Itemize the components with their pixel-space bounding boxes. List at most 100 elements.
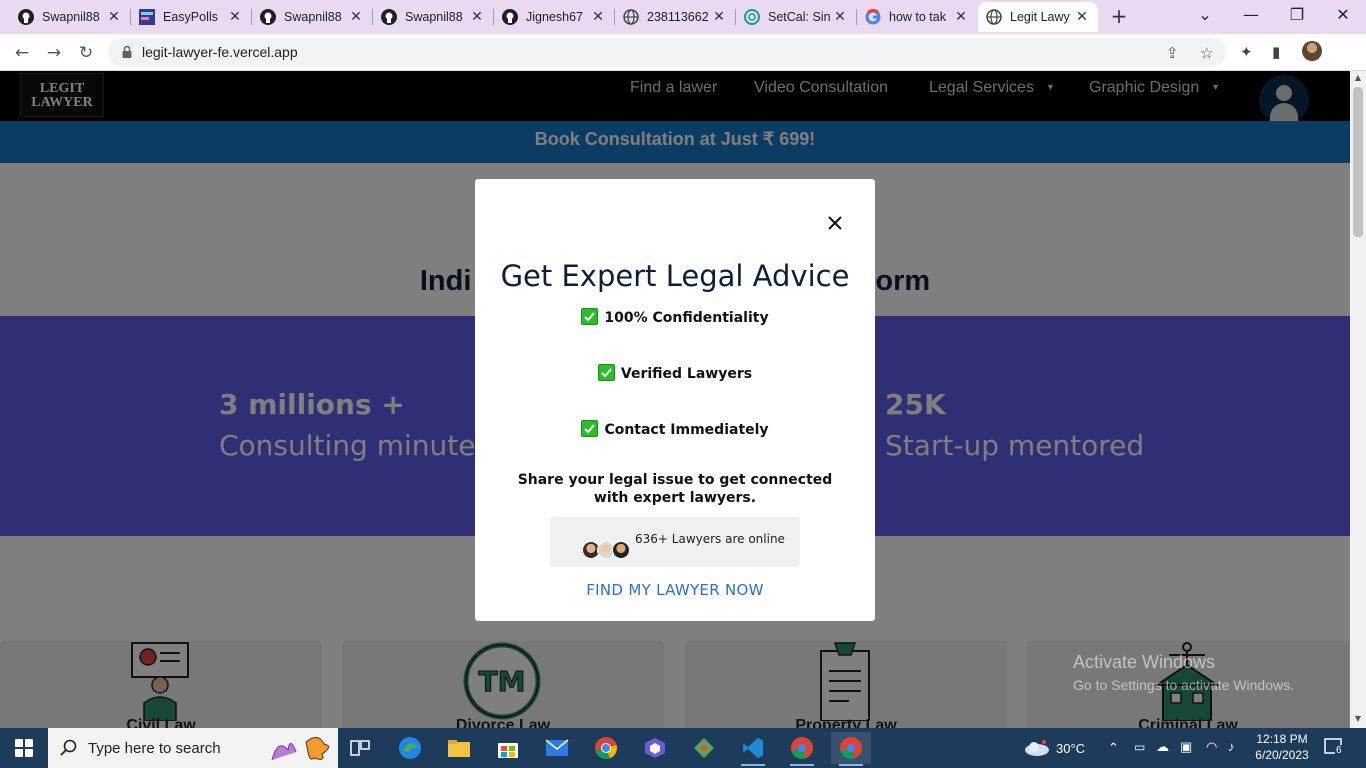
edge-icon — [399, 737, 421, 759]
windows-logo-icon — [15, 739, 33, 757]
git-tool-icon — [694, 738, 714, 758]
cloud-icon — [1025, 740, 1049, 756]
extensions-icon[interactable]: ✦ — [1240, 43, 1253, 61]
taskbar-chrome-active[interactable] — [831, 732, 871, 766]
store-icon — [498, 743, 518, 758]
back-button[interactable]: ← — [9, 40, 35, 66]
clock[interactable]: 12:18 PM 6/20/2023 — [1250, 731, 1314, 768]
reload-button[interactable]: ↻ — [73, 40, 99, 66]
taskbar-mail[interactable] — [537, 732, 577, 764]
mail-icon — [545, 739, 569, 756]
feature-confidentiality: 100% Confidentiality — [475, 308, 875, 326]
taskbar-chrome[interactable] — [586, 732, 626, 764]
close-tab-icon[interactable]: ✕ — [711, 9, 727, 25]
windows-taskbar: Type here to search 30°C ⌃ ▭ ☁ ▣ ◠ ♪ 12:… — [0, 728, 1366, 768]
taskbar-vscode[interactable] — [733, 732, 773, 766]
address-input[interactable]: legit-lawyer-fe.vercel.app ⇪ ☆ — [108, 38, 1226, 67]
tab-search-button[interactable]: ⌄ — [1182, 0, 1228, 30]
browser-tab-active[interactable]: Legit Lawy ✕ — [978, 2, 1098, 32]
close-window-button[interactable]: ✕ — [1320, 0, 1366, 30]
check-icon — [597, 364, 615, 381]
weather-widget[interactable]: 30°C — [1022, 728, 1085, 768]
close-tab-icon[interactable]: ✕ — [953, 9, 969, 25]
notifications-button[interactable]: 6 — [1324, 737, 1346, 759]
meet-now-icon[interactable]: ▭ — [1134, 740, 1145, 768]
arrow-left-icon: ← — [14, 43, 30, 63]
browser-tab[interactable]: Jignesh67 ✕ — [494, 2, 614, 32]
close-tab-icon[interactable]: ✕ — [832, 9, 848, 25]
feature-contact-immediately: Contact Immediately — [475, 420, 875, 438]
close-icon[interactable] — [825, 213, 845, 233]
lock-icon — [122, 45, 132, 58]
scroll-down-icon[interactable]: ▼ — [1350, 714, 1366, 723]
battery-icon[interactable]: ▣ — [1180, 739, 1192, 768]
github-icon — [260, 9, 276, 25]
browser-tab[interactable]: SetCal: Sin ✕ — [736, 2, 856, 32]
close-tab-icon[interactable]: ✕ — [1074, 9, 1090, 25]
new-tab-button[interactable]: + — [1108, 5, 1130, 27]
github-icon — [381, 9, 397, 25]
taskbar-app-git[interactable] — [684, 732, 724, 764]
chrome-icon — [595, 737, 617, 760]
check-icon — [581, 308, 599, 325]
taskbar-chrome-profile[interactable] — [782, 732, 822, 766]
google-icon — [865, 9, 881, 25]
activate-windows-watermark: Activate Windows Go to Settings to activ… — [1073, 652, 1294, 693]
purple-hex-icon — [645, 738, 665, 758]
close-tab-icon[interactable]: ✕ — [469, 9, 485, 25]
search-icon — [60, 739, 77, 756]
browser-tab[interactable]: Swapnil88 ✕ — [10, 2, 130, 32]
chevron-up-icon[interactable]: ⌃ — [1108, 740, 1119, 768]
taskbar-file-explorer[interactable] — [439, 732, 479, 764]
share-issue-text: Share your legal issue to get connected … — [517, 472, 833, 506]
close-tab-icon[interactable]: ✕ — [590, 9, 606, 25]
page-scrollbar[interactable]: ▲ ▼ — [1350, 71, 1366, 728]
folder-icon — [448, 740, 470, 757]
wifi-icon[interactable]: ◠ — [1206, 739, 1217, 768]
easypolls-icon — [139, 9, 155, 25]
side-panel-icon[interactable]: ▮ — [1272, 43, 1280, 61]
close-tab-icon[interactable]: ✕ — [106, 9, 122, 25]
vscode-icon — [743, 738, 763, 758]
taskbar-search-input[interactable]: Type here to search — [48, 728, 338, 768]
browser-tab[interactable]: how to tak ✕ — [857, 2, 977, 32]
minimize-button[interactable]: — — [1228, 0, 1274, 30]
volume-icon[interactable]: ♪ — [1228, 739, 1235, 768]
share-icon[interactable]: ⇪ — [1166, 44, 1179, 62]
address-bar-row: ← → ↻ legit-lawyer-fe.vercel.app ⇪ ☆ ✦ ▮ — [0, 34, 1366, 71]
browser-tab[interactable]: EasyPolls ✕ — [131, 2, 251, 32]
onedrive-icon[interactable]: ☁ — [1156, 739, 1169, 768]
close-tab-icon[interactable]: ✕ — [227, 9, 243, 25]
maximize-button[interactable]: ❐ — [1274, 0, 1320, 30]
profile-avatar[interactable] — [1302, 41, 1322, 61]
reload-icon: ↻ — [78, 43, 94, 63]
scroll-up-icon[interactable]: ▲ — [1350, 73, 1366, 82]
taskbar-store[interactable] — [488, 732, 528, 764]
chevron-down-icon: ⌄ — [1198, 5, 1212, 24]
browser-tab[interactable]: 238113662 ✕ — [615, 2, 735, 32]
butterfly-decoration-icon — [271, 737, 329, 761]
close-icon: ✕ — [1336, 5, 1350, 24]
web-page: LEGIT LAWYER Find a lawer Video Consulta… — [0, 71, 1350, 728]
scrollbar-thumb[interactable] — [1353, 87, 1363, 237]
task-view-icon — [350, 740, 370, 756]
task-view-button[interactable] — [340, 732, 380, 764]
avatar — [612, 541, 630, 559]
forward-button[interactable]: → — [41, 40, 67, 66]
github-icon — [502, 9, 518, 25]
restore-icon: ❐ — [1289, 5, 1305, 24]
arrow-right-icon: → — [46, 43, 62, 63]
find-my-lawyer-button[interactable]: FIND MY LAWYER NOW — [475, 581, 875, 599]
taskbar-app-purple[interactable] — [635, 732, 675, 764]
chatgpt-icon — [744, 9, 760, 25]
browser-tab[interactable]: Swapnil88 ✕ — [252, 2, 372, 32]
chrome-icon — [840, 737, 862, 760]
browser-tab[interactable]: Swapnil88 ✕ — [373, 2, 493, 32]
globe-icon — [986, 9, 1002, 25]
taskbar-edge[interactable] — [390, 732, 430, 764]
bookmark-star-icon[interactable]: ☆ — [1200, 44, 1213, 62]
close-tab-icon[interactable]: ✕ — [348, 9, 364, 25]
feature-verified-lawyers: Verified Lawyers — [475, 364, 875, 382]
start-button[interactable] — [0, 728, 48, 768]
github-icon — [18, 9, 34, 25]
